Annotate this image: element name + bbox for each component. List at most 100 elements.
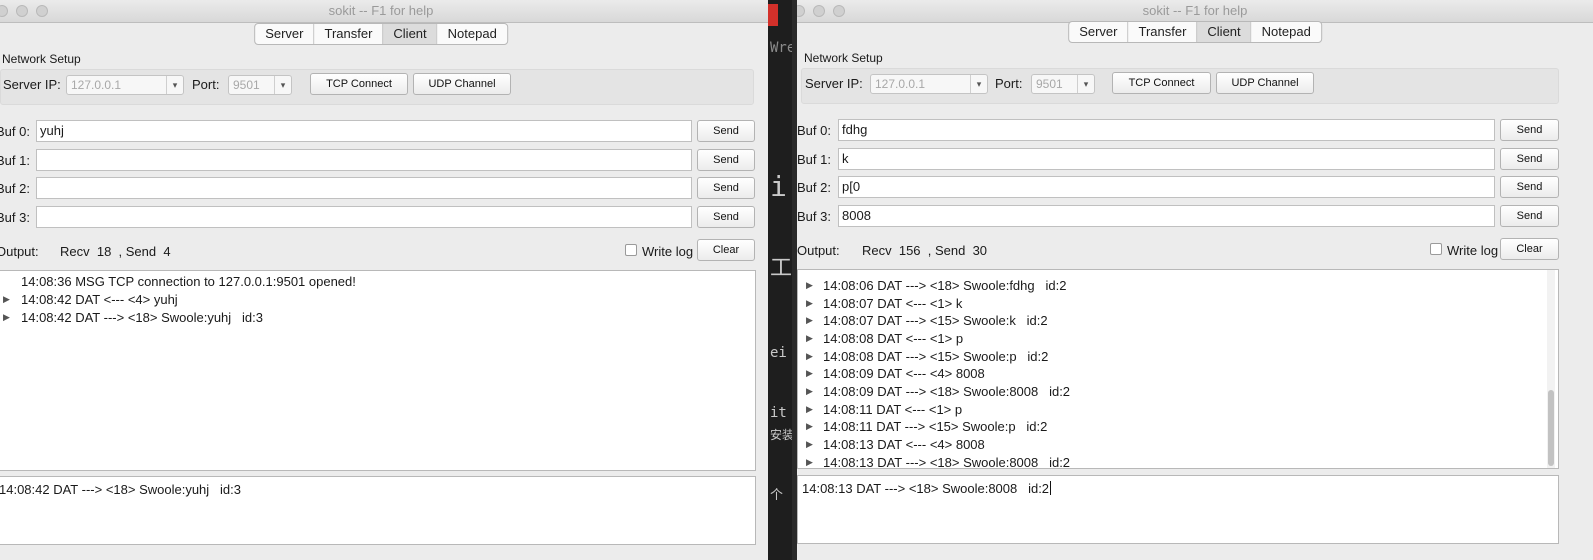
- buf-3-send-button[interactable]: Send: [1500, 205, 1559, 227]
- tab-notepad[interactable]: Notepad: [436, 24, 507, 44]
- expand-triangle-icon[interactable]: ▶: [806, 298, 813, 309]
- log-line[interactable]: 14:08:13 DAT <--- <4> 8008: [823, 437, 985, 452]
- log-line[interactable]: 14:08:36 MSG TCP connection to 127.0.0.1…: [21, 274, 356, 289]
- expand-triangle-icon[interactable]: ▶: [806, 404, 813, 415]
- tcp-connect-button[interactable]: TCP Connect: [310, 73, 408, 95]
- write-log-checkbox[interactable]: [625, 244, 637, 256]
- expand-triangle-icon[interactable]: ▶: [806, 368, 813, 379]
- chevron-down-icon[interactable]: ▾: [274, 76, 291, 94]
- tab-transfer[interactable]: Transfer: [313, 24, 382, 44]
- close-window-icon[interactable]: [797, 5, 805, 17]
- port-label: Port:: [192, 77, 220, 92]
- tab-server[interactable]: Server: [255, 24, 313, 44]
- port-value: 9501: [233, 78, 260, 92]
- chevron-down-icon[interactable]: ▾: [1077, 75, 1094, 93]
- buf-1-input[interactable]: k: [838, 148, 1495, 170]
- network-setup-label: Network Setup: [2, 52, 81, 66]
- buf-2-send-button[interactable]: Send: [697, 177, 755, 199]
- log-detail-box[interactable]: 14:08:42 DAT ---> <18> Swoole:yuhj id:3: [0, 476, 756, 545]
- log-line[interactable]: 14:08:07 DAT <--- <1> k: [823, 296, 962, 311]
- tab-server[interactable]: Server: [1069, 22, 1127, 42]
- buf-2-input[interactable]: [36, 177, 692, 199]
- log-line[interactable]: 14:08:09 DAT ---> <18> Swoole:8008 id:2: [823, 384, 1070, 399]
- log-line[interactable]: 14:08:06 DAT ---> <18> Swoole:fdhg id:2: [823, 278, 1066, 293]
- output-log[interactable]: 14:08:36 MSG TCP connection to 127.0.0.1…: [0, 270, 756, 471]
- port-combo[interactable]: 9501 ▾: [228, 75, 292, 95]
- buf-1-send-button[interactable]: Send: [697, 149, 755, 171]
- log-scrollbar[interactable]: [1547, 270, 1555, 468]
- server-ip-combo[interactable]: 127.0.0.1 ▾: [66, 75, 184, 95]
- title-bar[interactable]: sokit -- F1 for help: [797, 0, 1593, 23]
- port-combo[interactable]: 9501 ▾: [1031, 74, 1095, 94]
- log-line[interactable]: 14:08:11 DAT ---> <15> Swoole:p id:2: [823, 419, 1047, 434]
- log-line[interactable]: 14:08:09 DAT <--- <4> 8008: [823, 366, 985, 381]
- expand-triangle-icon[interactable]: ▶: [806, 333, 813, 344]
- server-ip-value: 127.0.0.1: [875, 77, 926, 91]
- log-scrollbar-thumb[interactable]: [1548, 390, 1554, 466]
- write-log-label: Write log: [642, 244, 694, 259]
- tab-notepad[interactable]: Notepad: [1250, 22, 1321, 42]
- log-line[interactable]: 14:08:08 DAT ---> <15> Swoole:p id:2: [823, 349, 1048, 364]
- expand-triangle-icon[interactable]: ▶: [806, 280, 813, 291]
- buf-2-label: Buf 2:: [0, 181, 30, 196]
- mode-tabs: Server Transfer Client Notepad: [254, 23, 508, 45]
- write-log-checkbox[interactable]: [1430, 243, 1442, 255]
- buf-1-send-button[interactable]: Send: [1500, 148, 1559, 170]
- log-line[interactable]: 14:08:42 DAT ---> <18> Swoole:yuhj id:3: [21, 310, 263, 325]
- tcp-connect-button[interactable]: TCP Connect: [1112, 72, 1211, 94]
- log-line[interactable]: 14:08:08 DAT <--- <1> p: [823, 331, 963, 346]
- buf-0-send-button[interactable]: Send: [1500, 119, 1559, 141]
- log-line[interactable]: 14:08:11 DAT <--- <1> p: [823, 402, 962, 417]
- buf-0-send-button[interactable]: Send: [697, 120, 755, 142]
- server-ip-value: 127.0.0.1: [71, 78, 122, 92]
- tab-client[interactable]: Client: [1196, 22, 1251, 42]
- recv-send-stats: Recv 18 , Send 4: [60, 244, 171, 259]
- buf-2-label: Buf 2:: [797, 180, 831, 195]
- expand-triangle-icon[interactable]: ▶: [806, 386, 813, 397]
- log-line[interactable]: 14:08:07 DAT ---> <15> Swoole:k id:2: [823, 313, 1048, 328]
- background-text: Wre: [770, 40, 792, 56]
- tab-client[interactable]: Client: [382, 24, 437, 44]
- buf-2-send-button[interactable]: Send: [1500, 176, 1559, 198]
- chevron-down-icon[interactable]: ▾: [166, 76, 183, 94]
- expand-triangle-icon[interactable]: ▶: [806, 315, 813, 326]
- expand-triangle-icon[interactable]: ▶: [3, 294, 10, 305]
- server-ip-combo[interactable]: 127.0.0.1 ▾: [870, 74, 988, 94]
- log-detail-box[interactable]: 14:08:13 DAT ---> <18> Swoole:8008 id:2: [797, 475, 1559, 544]
- expand-triangle-icon[interactable]: ▶: [806, 457, 813, 468]
- clear-button[interactable]: Clear: [697, 239, 755, 261]
- background-text: i: [770, 170, 787, 203]
- buf-0-input[interactable]: yuhj: [36, 120, 692, 142]
- log-line[interactable]: 14:08:42 DAT <--- <4> yuhj: [21, 292, 178, 307]
- udp-channel-button[interactable]: UDP Channel: [1216, 72, 1314, 94]
- sokit-window-right: sokit -- F1 for help Server Transfer Cli…: [797, 0, 1593, 560]
- buf-3-send-button[interactable]: Send: [697, 206, 755, 228]
- background-app-strip: Wre i 工 ei it 安装 个: [768, 0, 792, 560]
- expand-triangle-icon[interactable]: ▶: [3, 312, 10, 323]
- buf-0-input[interactable]: fdhg: [838, 119, 1495, 141]
- tab-transfer[interactable]: Transfer: [1127, 22, 1196, 42]
- port-label: Port:: [995, 76, 1023, 91]
- zoom-window-icon[interactable]: [36, 5, 48, 17]
- clear-button[interactable]: Clear: [1500, 238, 1559, 260]
- expand-triangle-icon[interactable]: ▶: [806, 351, 813, 362]
- minimize-window-icon[interactable]: [16, 5, 28, 17]
- window-title: sokit -- F1 for help: [328, 3, 434, 18]
- sokit-window-left: sokit -- F1 for help Server Transfer Cli…: [0, 0, 768, 560]
- buf-1-input[interactable]: [36, 149, 692, 171]
- buf-2-input[interactable]: p[0: [838, 176, 1495, 198]
- minimize-window-icon[interactable]: [813, 5, 825, 17]
- output-log[interactable]: ▶ 14:08:06 DAT ---> <18> Swoole:fdhg id:…: [797, 269, 1559, 469]
- chevron-down-icon[interactable]: ▾: [970, 75, 987, 93]
- zoom-window-icon[interactable]: [833, 5, 845, 17]
- title-bar[interactable]: sokit -- F1 for help: [0, 0, 768, 23]
- close-window-icon[interactable]: [0, 5, 8, 17]
- buf-0-label: Buf 0:: [797, 123, 831, 138]
- expand-triangle-icon[interactable]: ▶: [806, 421, 813, 432]
- expand-triangle-icon[interactable]: ▶: [806, 439, 813, 450]
- udp-channel-button[interactable]: UDP Channel: [413, 73, 511, 95]
- log-line[interactable]: 14:08:13 DAT ---> <18> Swoole:8008 id:2: [823, 455, 1070, 468]
- buf-3-label: Buf 3:: [0, 210, 30, 225]
- buf-3-input[interactable]: 8008: [838, 205, 1495, 227]
- buf-3-input[interactable]: [36, 206, 692, 228]
